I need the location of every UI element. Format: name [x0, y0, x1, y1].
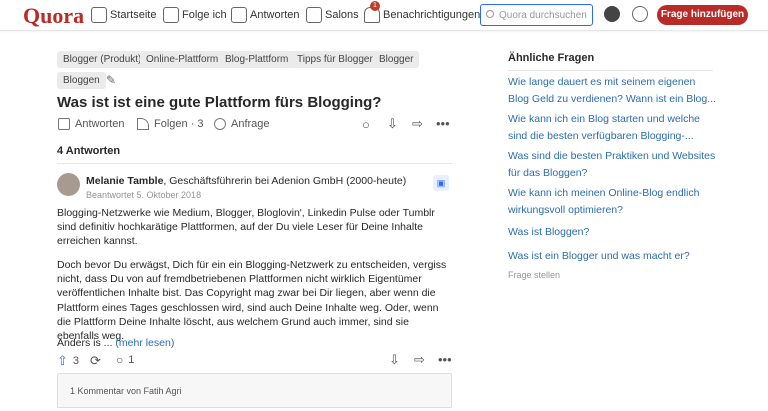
- request-label: Anfrage: [231, 118, 270, 130]
- question-title[interactable]: Was ist ist eine gute Plattform fürs Blo…: [57, 94, 381, 111]
- answer-teaser: Anders is ... (mehr lesen): [57, 336, 453, 350]
- upvote-button[interactable]: ⇧ 3: [57, 353, 79, 369]
- globe-icon[interactable]: [632, 6, 648, 22]
- user-avatar[interactable]: [604, 6, 620, 22]
- answer-label: Antworten: [75, 118, 125, 130]
- home-icon: [91, 7, 107, 23]
- follow-label: Folgen · 3: [154, 118, 204, 130]
- comment-icon: ○: [116, 353, 124, 367]
- topic-tag[interactable]: Online-Plattform: [140, 51, 225, 68]
- comment-preview[interactable]: 1 Kommentar von Fatih Agri: [57, 373, 452, 408]
- follow-button[interactable]: Folgen · 3: [137, 118, 204, 130]
- comment-preview-text: 1 Kommentar von Fatih Agri: [70, 386, 182, 396]
- nav-benachrichtigungen[interactable]: Benachrichtigungen: [364, 7, 480, 23]
- more-icon[interactable]: •••: [436, 116, 450, 131]
- related-question-link[interactable]: Wie kann ich meinen Online-Blog endlich …: [508, 185, 718, 219]
- related-question-link[interactable]: Was ist Bloggen?: [508, 224, 718, 241]
- pencil-icon: [58, 118, 70, 130]
- search-input[interactable]: Quora durchsuchen: [480, 4, 593, 26]
- teaser-text: Anders is ...: [57, 337, 113, 349]
- upvote-count: 3: [72, 355, 80, 367]
- answer-date[interactable]: Beantwortet 5. Oktober 2018: [86, 190, 201, 200]
- divider: [508, 70, 713, 71]
- edit-tags-pencil-icon[interactable]: ✎: [106, 73, 116, 87]
- notification-badge: 1: [370, 1, 380, 11]
- add-user-icon: [214, 118, 226, 130]
- request-button[interactable]: Anfrage: [214, 118, 270, 130]
- answer-paragraph: Blogging-Netzwerke wie Medium, Blogger, …: [57, 207, 435, 248]
- related-question-link[interactable]: Wie kann ich ein Blog starten und welche…: [508, 111, 718, 145]
- topic-tag[interactable]: Tipps für Blogger: [291, 51, 379, 68]
- upvote-icon: ⇧: [57, 353, 68, 368]
- topic-tag[interactable]: Blogger (Produkt): [57, 51, 148, 68]
- author-name[interactable]: Melanie Tamble: [86, 175, 163, 187]
- nav-antworten[interactable]: Antworten: [231, 7, 300, 23]
- comment-icon[interactable]: ○: [362, 117, 370, 132]
- share-icon[interactable]: ⇨: [414, 352, 425, 368]
- downvote-icon[interactable]: ⇩: [387, 116, 398, 132]
- pencil-icon: [231, 7, 247, 23]
- list-icon: [163, 7, 179, 23]
- more-icon[interactable]: •••: [438, 352, 452, 367]
- nav-label: Folge ich: [182, 9, 227, 21]
- ask-question-link[interactable]: Frage stellen: [508, 270, 560, 280]
- share-reload-icon[interactable]: ⟳: [90, 353, 101, 369]
- topic-tag[interactable]: Blogger: [373, 51, 420, 68]
- nav-label: Startseite: [110, 9, 157, 21]
- nav-salons[interactable]: Salons: [306, 7, 359, 23]
- answer-paragraph: Doch bevor Du erwägst, Dich für ein ein …: [57, 259, 447, 343]
- related-question-link[interactable]: Wie lange dauert es mit seinem eigenen B…: [508, 74, 718, 108]
- comment-button[interactable]: ○ 1: [116, 353, 134, 367]
- answer-count: 4 Antworten: [57, 145, 121, 157]
- topic-tag[interactable]: Blog-Plattform: [219, 51, 295, 68]
- top-navbar: Quora Startseite Folge ich Antworten Sal…: [0, 0, 768, 31]
- author-avatar[interactable]: [57, 173, 80, 196]
- search-placeholder: Quora durchsuchen: [499, 10, 587, 21]
- answer-button[interactable]: Antworten: [58, 118, 125, 130]
- nav-label: Benachrichtigungen: [383, 9, 481, 21]
- related-question-link[interactable]: Was sind die besten Praktiken und Websit…: [508, 148, 718, 182]
- related-heading: Ähnliche Fragen: [508, 52, 595, 64]
- search-icon: [486, 10, 494, 18]
- add-question-button[interactable]: Frage hinzufügen: [657, 5, 748, 25]
- bookmark-icon[interactable]: ▣: [433, 175, 449, 191]
- rss-icon: [137, 118, 149, 130]
- topic-tag[interactable]: Bloggen: [57, 72, 106, 89]
- people-icon: [306, 7, 322, 23]
- author-credential: , Geschäftsführerin bei Adenion GmbH (20…: [163, 175, 407, 187]
- share-icon[interactable]: ⇨: [412, 116, 423, 132]
- nav-label: Antworten: [250, 9, 300, 21]
- comment-count: 1: [128, 354, 135, 366]
- read-more-link[interactable]: (mehr lesen): [115, 337, 174, 349]
- author-line: Melanie Tamble, Geschäftsführerin bei Ad…: [86, 175, 406, 187]
- nav-label: Salons: [325, 9, 359, 21]
- divider: [57, 163, 452, 164]
- downvote-icon[interactable]: ⇩: [389, 352, 400, 368]
- quora-logo[interactable]: Quora: [23, 3, 84, 29]
- related-question-link[interactable]: Was ist ein Blogger und was macht er?: [508, 248, 718, 265]
- nav-startseite[interactable]: Startseite: [91, 7, 156, 23]
- nav-folge-ich[interactable]: Folge ich: [163, 7, 227, 23]
